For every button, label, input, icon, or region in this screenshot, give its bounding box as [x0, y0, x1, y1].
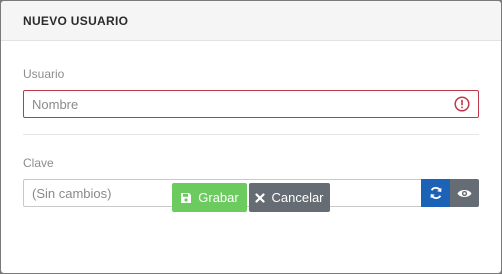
refresh-icon [429, 186, 443, 200]
divider [23, 134, 479, 135]
password-field-label: Clave [23, 156, 54, 170]
password-placeholder: (Sin cambios) [32, 185, 112, 201]
save-button-label: Grabar [198, 190, 239, 205]
dialog-title: NUEVO USUARIO [23, 13, 129, 28]
username-placeholder: Nombre [32, 96, 79, 112]
eye-icon [457, 188, 472, 199]
cancel-button[interactable]: Cancelar [249, 183, 330, 212]
cancel-button-label: Cancelar [271, 190, 324, 205]
generate-password-button[interactable] [421, 179, 450, 207]
username-input[interactable]: Nombre [23, 90, 479, 118]
user-field-label: Usuario [23, 67, 65, 81]
x-icon [255, 192, 266, 203]
dialog-header: NUEVO USUARIO [1, 1, 501, 41]
floppy-disk-icon [180, 192, 192, 204]
new-user-dialog: NUEVO USUARIO Usuario Nombre Clave (Sin … [1, 1, 501, 273]
exclamation-circle-icon [454, 96, 470, 112]
show-password-button[interactable] [450, 179, 479, 207]
save-button[interactable]: Grabar [172, 183, 247, 212]
